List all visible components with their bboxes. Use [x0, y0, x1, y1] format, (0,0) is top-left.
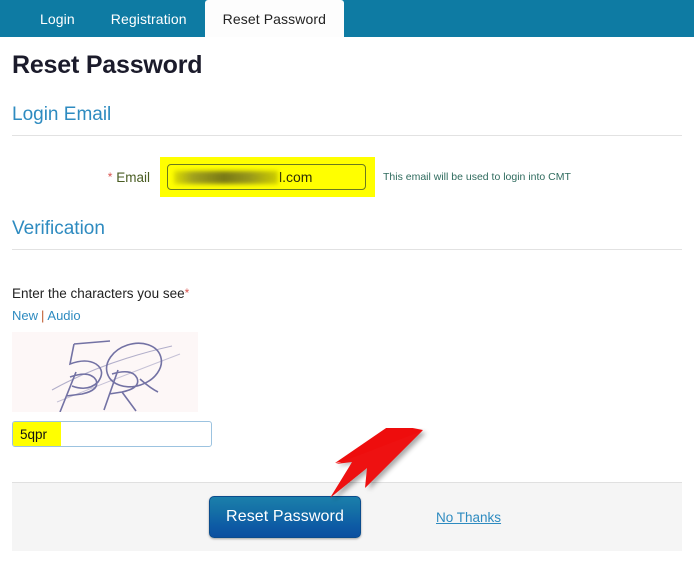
captcha-prompt: Enter the characters you see*	[12, 286, 682, 301]
tab-reset-password-label: Reset Password	[222, 10, 327, 27]
captcha-input[interactable]: 5qpr	[12, 421, 212, 447]
email-label-text: Email	[116, 169, 150, 185]
tab-registration[interactable]: Registration	[93, 0, 205, 37]
email-field-row: * Email l.com This email will be used to…	[12, 157, 682, 197]
tab-bar: Login Registration Reset Password	[0, 0, 694, 37]
email-input-value: l.com	[279, 169, 313, 185]
email-hint-text: This email will be used to login into CM…	[383, 171, 571, 183]
captcha-input-value: 5qpr	[20, 426, 48, 442]
captcha-image	[12, 332, 198, 412]
reset-password-button[interactable]: Reset Password	[209, 496, 361, 538]
section-divider-verification	[12, 249, 682, 250]
captcha-glyphs-icon	[51, 340, 181, 412]
redacted-email-block	[174, 170, 278, 184]
section-heading-verification: Verification	[12, 218, 105, 239]
no-thanks-link[interactable]: No Thanks	[436, 510, 501, 525]
captcha-link-separator: |	[41, 308, 45, 323]
email-highlight: l.com	[160, 157, 375, 197]
form-footer: Reset Password No Thanks	[12, 482, 682, 551]
tab-reset-password[interactable]: Reset Password	[204, 0, 345, 37]
email-required-asterisk: *	[107, 169, 113, 184]
section-heading-login-email: Login Email	[12, 104, 112, 125]
page-title: Reset Password	[12, 51, 203, 79]
tab-login-label: Login	[40, 10, 75, 27]
page-content: Reset Password Login Email * Email l.com…	[0, 51, 694, 447]
captcha-prompt-text: Enter the characters you see	[12, 286, 185, 301]
captcha-new-link[interactable]: New	[12, 308, 38, 323]
email-label: * Email	[12, 170, 160, 185]
captcha-links: New | Audio	[12, 308, 682, 323]
email-input[interactable]: l.com	[167, 164, 366, 190]
tab-registration-label: Registration	[110, 10, 187, 27]
section-divider-login-email	[12, 135, 682, 136]
captcha-required-asterisk: *	[184, 286, 190, 300]
captcha-input-highlight: 5qpr	[13, 422, 61, 446]
tab-login[interactable]: Login	[22, 0, 93, 37]
captcha-audio-link[interactable]: Audio	[47, 308, 80, 323]
